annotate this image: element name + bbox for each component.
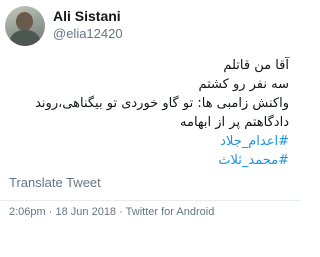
tweet-client[interactable]: Twitter for Android [126, 206, 215, 218]
tweet-text-line: سه نفر رو کشتم [198, 77, 289, 92]
tweet-card: Ali Sistani @elia12420 آقا من قاتلم سه ن… [0, 0, 301, 257]
tweet-text-line: دادگاهتم پر از ابهامه [180, 115, 289, 130]
author-name[interactable]: Ali Sistani [53, 8, 121, 24]
hashtag-link[interactable]: #محمد_ثلاث [9, 151, 289, 170]
tweet-text-line: واکنش زامبی ها: تو گاو خوردی تو بیگناهی،… [35, 96, 289, 111]
author-handle[interactable]: @elia12420 [53, 26, 123, 41]
meta-separator: · [48, 206, 53, 218]
tweet-meta: 2:06pm · 18 Jun 2018 · Twitter for Andro… [9, 206, 214, 218]
tweet-text-line: آقا من قاتلم [223, 58, 289, 73]
meta-separator: · [119, 206, 123, 218]
tweet-time[interactable]: 2:06pm [9, 206, 46, 218]
translate-tweet-link[interactable]: Translate Tweet [9, 175, 101, 190]
avatar-body-shape [9, 30, 41, 46]
avatar[interactable] [5, 6, 45, 46]
avatar-head-shape [16, 12, 33, 31]
divider [0, 200, 301, 201]
tweet-text: آقا من قاتلم سه نفر رو کشتم واکنش زامبی … [9, 56, 289, 170]
hashtag-link[interactable]: #اعدام_جلاد [9, 132, 289, 151]
tweet-date[interactable]: 18 Jun 2018 [56, 206, 117, 218]
